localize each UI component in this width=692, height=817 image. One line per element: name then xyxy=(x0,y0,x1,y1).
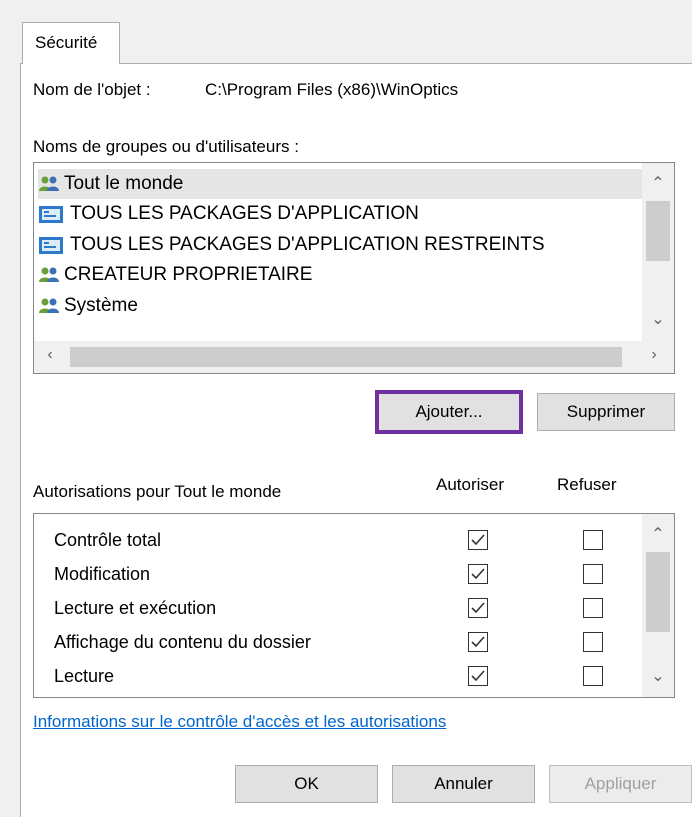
deny-checkbox[interactable] xyxy=(583,598,603,618)
cancel-button[interactable]: Annuler xyxy=(392,765,535,803)
remove-button[interactable]: Supprimer xyxy=(537,393,675,431)
permissions-vertical-scrollbar[interactable]: ⌃ ⌄ xyxy=(642,514,674,697)
permission-row: Lecture et exécution xyxy=(54,591,216,625)
permission-label: Affichage du contenu du dossier xyxy=(54,631,311,652)
allow-checkbox[interactable] xyxy=(468,530,488,550)
list-item-label: TOUS LES PACKAGES D'APPLICATION xyxy=(70,203,419,224)
allow-checkbox[interactable] xyxy=(468,564,488,584)
permission-label: Lecture et exécution xyxy=(54,597,217,618)
allow-checkbox[interactable] xyxy=(468,666,488,686)
chevron-left-icon[interactable]: ‹ xyxy=(34,346,66,364)
tab-security-label: Sécurité xyxy=(35,33,98,52)
permission-row: Affichage du contenu du dossier xyxy=(54,625,311,659)
scrollbar-thumb[interactable] xyxy=(646,552,670,632)
permission-row: Contrôle total xyxy=(54,523,161,557)
deny-column-header: Refuser xyxy=(557,475,617,494)
app-package-icon xyxy=(38,235,64,255)
groups-label: Noms de groupes ou d'utilisateurs : xyxy=(33,137,299,156)
chevron-up-icon[interactable]: ⌃ xyxy=(642,524,674,544)
access-control-info-link[interactable]: Informations sur le contrôle d'accès et … xyxy=(33,712,446,732)
deny-checkbox[interactable] xyxy=(583,666,603,686)
deny-checkbox[interactable] xyxy=(583,564,603,584)
list-item-createur-proprietaire[interactable]: CREATEUR PROPRIETAIRE xyxy=(38,260,312,290)
list-item-label: CREATEUR PROPRIETAIRE xyxy=(64,264,313,285)
chevron-up-icon[interactable]: ⌃ xyxy=(642,173,674,193)
chevron-right-icon[interactable]: › xyxy=(638,346,670,364)
object-name-label: Nom de l'objet : xyxy=(33,80,151,99)
groups-vertical-scrollbar[interactable]: ⌃ ⌄ xyxy=(642,163,674,341)
app-package-icon xyxy=(38,204,64,224)
permissions-table: Contrôle total Modification Lecture et e… xyxy=(33,513,675,698)
apply-button[interactable]: Appliquer xyxy=(549,765,692,803)
allow-checkbox[interactable] xyxy=(468,598,488,618)
allow-column-header: Autoriser xyxy=(436,475,505,494)
list-item-tout-le-monde[interactable]: Tout le monde xyxy=(38,169,642,199)
permission-row: Lecture xyxy=(54,659,114,693)
groups-listbox[interactable]: Tout le monde TOUS LES PACKAGES D'APPLIC… xyxy=(33,162,675,374)
deny-checkbox[interactable] xyxy=(583,530,603,550)
users-icon xyxy=(38,266,60,284)
object-name-value: C:\Program Files (x86)\WinOptics xyxy=(205,80,459,99)
ok-button[interactable]: OK xyxy=(235,765,378,803)
permissions-title: Autorisations pour Tout le monde xyxy=(33,482,282,501)
list-item-label: Tout le monde xyxy=(64,173,184,194)
list-item-systeme[interactable]: Système xyxy=(38,291,138,321)
users-icon xyxy=(38,297,60,315)
allow-checkbox[interactable] xyxy=(468,632,488,652)
scrollbar-thumb[interactable] xyxy=(70,347,622,367)
list-item-label: TOUS LES PACKAGES D'APPLICATION RESTREIN… xyxy=(70,234,545,255)
permission-label: Lecture xyxy=(54,665,115,686)
scrollbar-thumb[interactable] xyxy=(646,201,670,261)
permission-label: Modification xyxy=(54,563,151,584)
add-button[interactable]: Ajouter... xyxy=(375,390,523,434)
chevron-down-icon[interactable]: ⌄ xyxy=(642,666,674,686)
deny-checkbox[interactable] xyxy=(583,632,603,652)
list-item-tous-les-packages-restreints[interactable]: TOUS LES PACKAGES D'APPLICATION RESTREIN… xyxy=(38,230,545,260)
permission-row: Modification xyxy=(54,557,150,591)
list-item-tous-les-packages[interactable]: TOUS LES PACKAGES D'APPLICATION xyxy=(38,199,419,229)
users-icon xyxy=(38,175,60,193)
permission-label: Contrôle total xyxy=(54,529,162,550)
tab-security[interactable]: Sécurité xyxy=(22,22,120,64)
list-item-label: Système xyxy=(64,295,138,316)
chevron-down-icon[interactable]: ⌄ xyxy=(642,309,674,329)
groups-horizontal-scrollbar[interactable]: ‹ › xyxy=(34,341,674,373)
